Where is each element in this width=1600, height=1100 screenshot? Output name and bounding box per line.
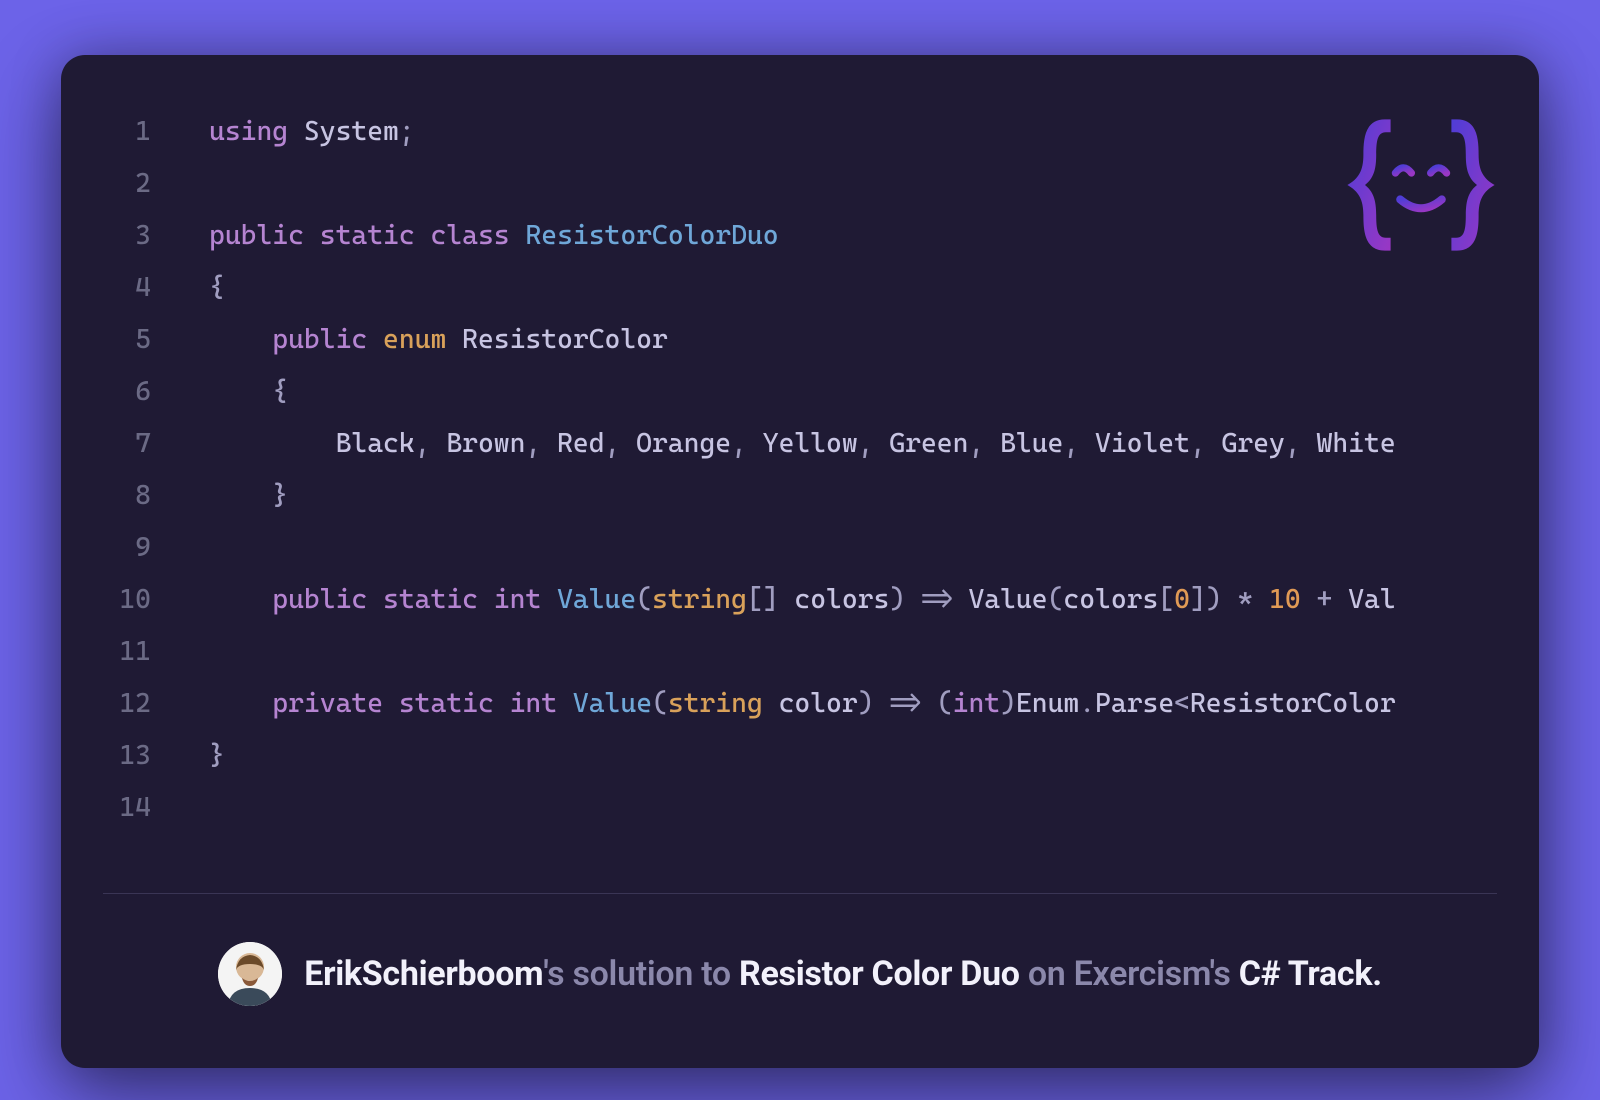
code-content: private static int Value(string color) =… (209, 688, 1396, 719)
code-line: 9 (61, 521, 1539, 573)
code-content: { (209, 272, 225, 303)
line-number: 3 (61, 220, 209, 251)
line-number: 4 (61, 272, 209, 303)
line-number: 13 (61, 740, 209, 771)
line-number: 8 (61, 480, 209, 511)
attribution-text: ErikSchierboom's solution to Resistor Co… (304, 954, 1382, 994)
line-number: 10 (61, 584, 209, 615)
track-name: C# Track (1239, 954, 1372, 994)
code-content: } (209, 480, 288, 511)
line-number: 1 (61, 116, 209, 147)
code-line: 11 (61, 625, 1539, 677)
code-content: } (209, 740, 225, 771)
code-line: 4{ (61, 261, 1539, 313)
line-number: 7 (61, 428, 209, 459)
exercism-logo-icon (1341, 105, 1501, 265)
author-name: ErikSchierboom (304, 954, 543, 994)
line-number: 14 (61, 792, 209, 823)
line-number: 12 (61, 688, 209, 719)
code-line: 10 public static int Value(string[] colo… (61, 573, 1539, 625)
attribution-footer: ErikSchierboom's solution to Resistor Co… (103, 893, 1497, 1068)
code-line: 8 } (61, 469, 1539, 521)
code-line: 5 public enum ResistorColor (61, 313, 1539, 365)
exercise-name: Resistor Color Duo (739, 954, 1020, 994)
code-line: 7 Black, Brown, Red, Orange, Yellow, Gre… (61, 417, 1539, 469)
code-content: Black, Brown, Red, Orange, Yellow, Green… (209, 428, 1396, 459)
line-number: 11 (61, 636, 209, 667)
line-number: 5 (61, 324, 209, 355)
code-card: 1using System;23public static class Resi… (61, 55, 1539, 1068)
code-area: 1using System;23public static class Resi… (61, 55, 1539, 893)
code-line: 1using System; (61, 105, 1539, 157)
line-number: 6 (61, 376, 209, 407)
code-line: 6 { (61, 365, 1539, 417)
code-line: 2 (61, 157, 1539, 209)
avatar (218, 942, 282, 1006)
code-line: 14 (61, 781, 1539, 833)
line-number: 2 (61, 168, 209, 199)
code-content: public enum ResistorColor (209, 324, 668, 355)
code-content: public static int Value(string[] colors)… (209, 584, 1396, 615)
line-number: 9 (61, 532, 209, 563)
code-content: using System; (209, 116, 415, 147)
code-line: 12 private static int Value(string color… (61, 677, 1539, 729)
code-content: { (209, 376, 288, 407)
code-line: 13} (61, 729, 1539, 781)
code-line: 3public static class ResistorColorDuo (61, 209, 1539, 261)
code-content: public static class ResistorColorDuo (209, 220, 779, 251)
